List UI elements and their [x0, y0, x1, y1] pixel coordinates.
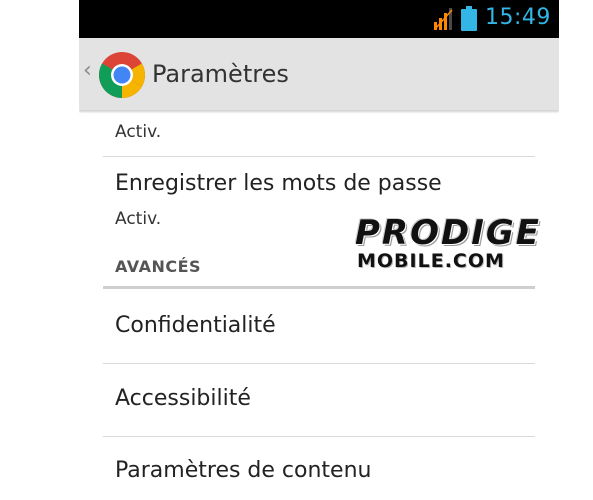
item-title: Accessibilité — [115, 386, 251, 411]
watermark-line2: MOBILE.COM — [357, 250, 505, 272]
up-navigation-icon[interactable]: ‹ — [83, 58, 92, 83]
signal-icon — [434, 8, 453, 30]
item-title: Paramètres de contenu — [115, 458, 372, 483]
item-summary: Activ. — [115, 122, 162, 142]
item-summary: Activ. — [115, 209, 162, 229]
battery-icon — [461, 6, 477, 31]
section-divider — [103, 286, 535, 289]
section-header-advanced: AVANCÉS — [115, 257, 202, 276]
item-title: Enregistrer les mots de passe — [115, 171, 442, 196]
status-bar: 15:49 — [79, 0, 559, 38]
settings-item-content-settings[interactable]: Paramètres de contenu — [103, 437, 535, 500]
page-title: Paramètres — [152, 60, 289, 88]
item-title: Confidentialité — [115, 313, 276, 338]
watermark-line1: PRODIGE — [355, 213, 542, 253]
watermark-logo: PRODIGE MOBILE.COM — [355, 213, 593, 273]
chrome-icon[interactable] — [98, 51, 146, 99]
settings-item-privacy[interactable]: Confidentialité — [103, 290, 535, 362]
clipped-item-title — [115, 104, 315, 108]
settings-item-previous[interactable]: Activ. — [103, 110, 535, 156]
status-clock: 15:49 — [485, 5, 551, 30]
settings-item-accessibility[interactable]: Accessibilité — [103, 364, 535, 436]
action-bar: ‹ Paramètres — [79, 38, 559, 110]
